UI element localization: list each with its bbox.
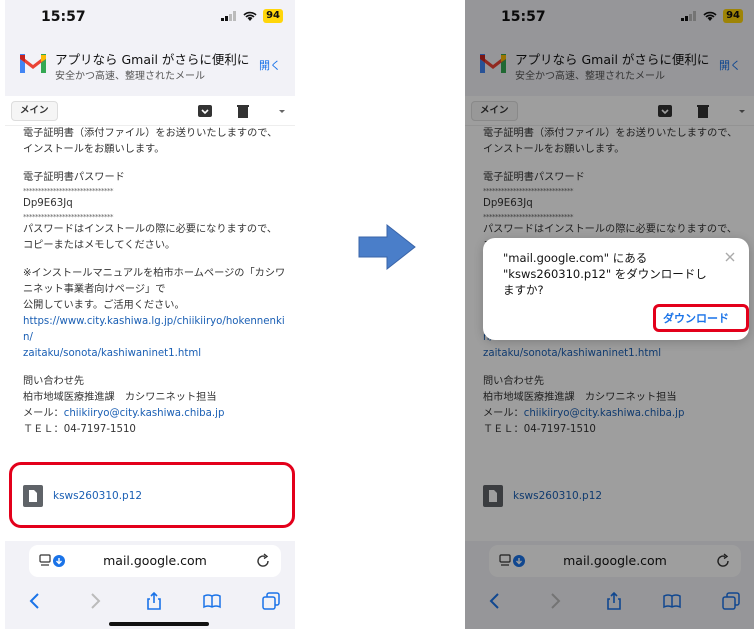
open-app-button[interactable]: 開く <box>259 57 281 73</box>
address-bar[interactable]: mail.google.com <box>489 545 741 577</box>
status-indicators: 94 <box>681 9 743 23</box>
label-chip[interactable]: メイン <box>11 101 58 121</box>
email-line: 電子証明書パスワード <box>23 172 125 183</box>
email-line: ****************************** <box>483 213 574 221</box>
email-line: ※インストールマニュアルを柏市ホームページの「カシワ <box>23 268 286 279</box>
phone-screen-before: 15:57 94 アプリなら Gmail がさらに便利に 安全かつ高速、整理され… <box>5 0 295 629</box>
file-icon <box>483 485 503 507</box>
email-line: 公開しています。ご活用ください。 <box>23 300 185 311</box>
status-indicators: 94 <box>221 9 283 23</box>
email-line: パスワードはインストールの際に必要になりますので、 <box>483 224 738 235</box>
email-line: パスワードはインストールの際に必要になりますので、 <box>23 224 278 235</box>
label-chip[interactable]: メイン <box>471 101 518 121</box>
attachment-highlight-box <box>9 462 295 528</box>
browser-nav-row <box>5 585 295 615</box>
address-bar[interactable]: mail.google.com <box>29 545 281 577</box>
tabs-icon[interactable] <box>261 591 281 611</box>
mail-toolbar: メイン <box>5 96 295 126</box>
contact-mail-label: メール： <box>23 408 64 419</box>
contact-dept: 柏市地域医療推進課 カシワニネット担当 <box>23 392 217 403</box>
back-icon[interactable] <box>25 591 45 611</box>
contact-tel: ＴＥＬ：04-7197-1510 <box>483 424 596 435</box>
chevron-down-icon[interactable] <box>273 102 291 120</box>
gmail-logo-icon <box>20 54 46 73</box>
wifi-icon <box>703 11 717 21</box>
email-line: 電子証明書（添付ファイル）をお送りいたしますので、 <box>483 128 738 139</box>
manual-link[interactable]: zaitaku/sonota/kashiwaninet1.html <box>483 346 749 362</box>
status-bar: 15:57 94 <box>465 0 754 40</box>
archive-icon[interactable] <box>656 102 674 120</box>
browser-bottom-bar: mail.google.com <box>5 541 295 629</box>
email-line: インストールをお願いします。 <box>483 144 625 155</box>
contact-mail-link[interactable]: chiikiiryo@city.kashiwa.chiba.jp <box>524 408 685 419</box>
contact-heading: 問い合わせ先 <box>483 376 545 387</box>
email-line: ニネット事業者向けページ」で <box>23 284 166 295</box>
arrow-right-icon <box>358 223 416 271</box>
contact-mail-label: メール： <box>483 408 524 419</box>
url-text[interactable]: mail.google.com <box>489 553 741 568</box>
password-text[interactable]: Dp9E63Jq <box>483 196 749 212</box>
email-line: 電子証明書（添付ファイル）をお送りいたしますので、 <box>23 128 278 139</box>
manual-link[interactable]: zaitaku/sonota/kashiwaninet1.html <box>23 346 289 362</box>
share-icon[interactable] <box>604 591 624 611</box>
back-icon[interactable] <box>485 591 505 611</box>
close-icon[interactable] <box>725 252 735 262</box>
mail-toolbar: メイン <box>465 96 754 126</box>
email-line: コピーまたはメモしてください。 <box>23 240 176 251</box>
manual-link[interactable]: https://www.city.kashiwa.lg.jp/chiikiiry… <box>23 314 289 346</box>
chevron-down-icon[interactable] <box>733 102 751 120</box>
signal-icon <box>221 11 237 21</box>
attachment-filename[interactable]: ksws260310.p12 <box>513 490 602 502</box>
contact-tel: ＴＥＬ：04-7197-1510 <box>23 424 136 435</box>
contact-mail-link[interactable]: chiikiiryo@city.kashiwa.chiba.jp <box>64 408 225 419</box>
banner-title: アプリなら Gmail がさらに便利に <box>55 52 250 67</box>
download-message: "mail.google.com" にある "ksws260310.p12" を… <box>503 250 713 298</box>
open-app-button[interactable]: 開く <box>719 57 741 73</box>
status-bar: 15:57 94 <box>5 0 295 40</box>
wifi-icon <box>243 11 257 21</box>
contact-heading: 問い合わせ先 <box>23 376 85 387</box>
home-indicator <box>109 622 209 626</box>
dialog-line: "ksws260310.p12" をダウンロードし <box>503 267 707 281</box>
dialog-line: "mail.google.com" にある <box>503 251 648 265</box>
password-text[interactable]: Dp9E63Jq <box>23 196 289 212</box>
gmail-logo-icon <box>480 54 506 73</box>
forward-icon[interactable] <box>85 591 105 611</box>
banner-subtitle: 安全かつ高速、整理されたメール <box>515 71 665 82</box>
email-line: ****************************** <box>23 187 114 195</box>
share-icon[interactable] <box>144 591 164 611</box>
browser-bottom-bar: mail.google.com <box>465 541 754 629</box>
reload-icon[interactable] <box>255 553 271 569</box>
attachment-item[interactable]: ksws260310.p12 <box>483 481 723 511</box>
download-highlight-box <box>653 304 749 332</box>
banner-title: アプリなら Gmail がさらに便利に <box>515 52 710 67</box>
gmail-app-banner: アプリなら Gmail がさらに便利に 安全かつ高速、整理されたメール 開く <box>5 40 295 90</box>
trash-icon[interactable] <box>234 102 252 120</box>
email-line: 電子証明書パスワード <box>483 172 585 183</box>
reload-icon[interactable] <box>715 553 731 569</box>
trash-icon[interactable] <box>694 102 712 120</box>
email-line: ****************************** <box>23 213 114 221</box>
battery-badge: 94 <box>263 9 283 23</box>
archive-icon[interactable] <box>196 102 214 120</box>
status-time: 15:57 <box>41 9 86 25</box>
forward-icon[interactable] <box>545 591 565 611</box>
bookmarks-icon[interactable] <box>202 591 222 611</box>
dialog-line: ますか? <box>503 283 544 297</box>
tabs-icon[interactable] <box>721 591 741 611</box>
signal-icon <box>681 11 697 21</box>
status-time: 15:57 <box>501 9 546 25</box>
url-text[interactable]: mail.google.com <box>29 553 281 568</box>
bookmarks-icon[interactable] <box>662 591 682 611</box>
battery-badge: 94 <box>723 9 743 23</box>
gmail-app-banner: アプリなら Gmail がさらに便利に 安全かつ高速、整理されたメール 開く <box>465 40 754 90</box>
email-line: インストールをお願いします。 <box>23 144 165 155</box>
browser-nav-row <box>465 585 754 615</box>
contact-dept: 柏市地域医療推進課 カシワニネット担当 <box>483 392 677 403</box>
email-line: ****************************** <box>483 187 574 195</box>
banner-subtitle: 安全かつ高速、整理されたメール <box>55 71 205 82</box>
